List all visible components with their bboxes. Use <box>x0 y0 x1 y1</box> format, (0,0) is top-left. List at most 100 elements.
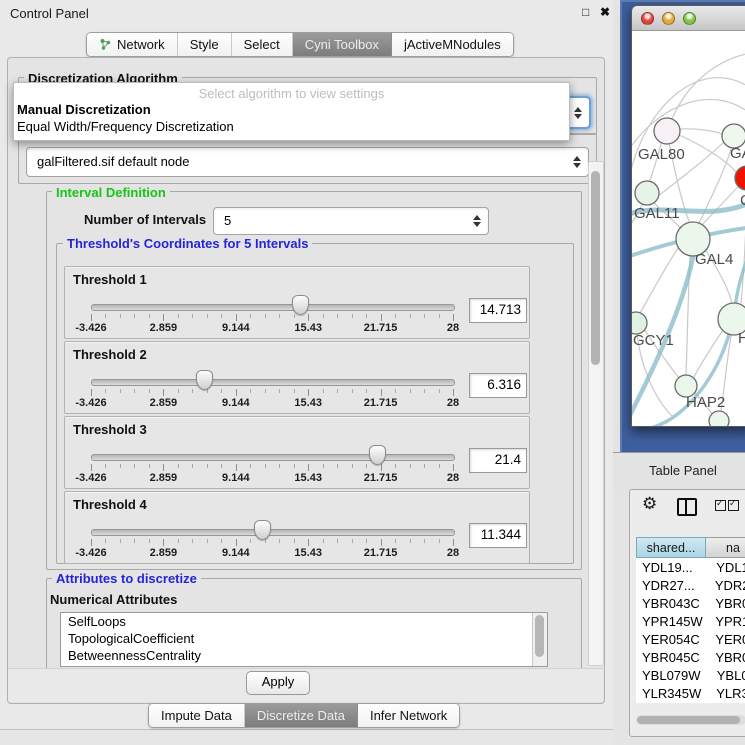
tab-network[interactable]: Network <box>87 33 178 56</box>
float-window-icon[interactable]: □ <box>582 5 589 19</box>
algorithm-dropdown-hint: Select algorithm to view settings <box>14 86 569 101</box>
tick-mark <box>439 539 440 543</box>
tab-label: Select <box>244 37 280 52</box>
close-traffic-light-icon[interactable] <box>641 12 654 25</box>
list-item[interactable]: BetweennessCentrality <box>61 647 547 664</box>
tick-mark <box>323 389 324 393</box>
cell-name: YPR1 <box>709 614 745 629</box>
network-edge <box>672 53 745 119</box>
tab-impute-data[interactable]: Impute Data <box>149 704 245 727</box>
slider-track[interactable] <box>91 529 455 536</box>
close-icon[interactable]: ✖ <box>600 5 610 19</box>
zoom-traffic-light-icon[interactable] <box>683 12 696 25</box>
tick-mark <box>366 464 367 468</box>
table-row[interactable]: YDL19...YDL1 <box>636 558 745 576</box>
list-scrollbar[interactable] <box>532 613 547 666</box>
network-node-label: GAL4 <box>695 251 733 268</box>
threshold-value-field[interactable]: 11.344 <box>469 523 527 548</box>
tick-mark <box>337 314 338 318</box>
tick-mark <box>120 314 121 318</box>
threshold-value-field[interactable]: 6.316 <box>469 373 527 398</box>
network-canvas[interactable]: GAL80GACGAL11GAL4GCY1HHAP2 <box>632 31 745 426</box>
tick-label: 21.715 <box>364 547 398 559</box>
tab-style[interactable]: Style <box>178 33 232 56</box>
tab-cyni-toolbox[interactable]: Cyni Toolbox <box>293 33 392 56</box>
tick-mark <box>120 464 121 468</box>
tab-discretize-data[interactable]: Discretize Data <box>245 704 358 727</box>
table-horizontal-scrollbar[interactable] <box>636 715 745 725</box>
slider-track[interactable] <box>91 379 455 386</box>
table-panel-header: Table Panel <box>613 452 745 490</box>
slider-thumb[interactable] <box>292 295 309 315</box>
tab-infer-network[interactable]: Infer Network <box>358 704 459 727</box>
table-row[interactable]: YIL052CYIL0 <box>636 702 745 703</box>
table-data-combobox[interactable]: galFiltered.sif default node <box>26 147 589 177</box>
table-row[interactable]: YER054CYER0 <box>636 630 745 648</box>
columns-icon[interactable] <box>677 498 697 516</box>
list-item[interactable]: SelfLoops <box>61 613 547 630</box>
tick-mark <box>308 464 309 471</box>
network-edge <box>640 248 678 313</box>
minimize-traffic-light-icon[interactable] <box>662 12 675 25</box>
table-row[interactable]: YBR045CYBR0 <box>636 648 745 666</box>
tab-label: Cyni Toolbox <box>305 37 379 52</box>
table-row[interactable]: YLR345WYLR3 <box>636 684 745 702</box>
table-row[interactable]: YBL079WYBL0 <box>636 666 745 684</box>
table-horizontal-scrollbar-thumb[interactable] <box>637 716 740 724</box>
network-window-titlebar[interactable] <box>632 6 745 31</box>
tick-mark <box>134 539 135 543</box>
tick-mark <box>178 389 179 393</box>
tick-mark <box>323 464 324 468</box>
tick-mark <box>323 314 324 318</box>
slider-track[interactable] <box>91 304 455 311</box>
cell-name: YDL1 <box>710 560 745 575</box>
tick-mark <box>91 314 92 321</box>
slider-track[interactable] <box>91 454 455 461</box>
table-row[interactable]: YDR27...YDR2 <box>636 576 745 594</box>
tick-mark <box>294 539 295 543</box>
checkbox-icon[interactable] <box>728 500 739 511</box>
network-node-c[interactable] <box>735 166 745 190</box>
panel-scrollbar[interactable] <box>588 161 604 666</box>
thresholds-group-title: Threshold's Coordinates for 5 Intervals <box>63 236 312 251</box>
list-scrollbar-thumb[interactable] <box>535 615 544 657</box>
cell-shared-name: YDR27... <box>636 578 709 593</box>
slider-thumb[interactable] <box>369 445 386 465</box>
slider-thumb[interactable] <box>196 370 213 390</box>
option-manual-discretization[interactable]: Manual Discretization <box>14 101 569 118</box>
tab-jactivemnodules[interactable]: jActiveMNodules <box>392 33 513 56</box>
tick-label: 21.715 <box>364 322 398 334</box>
network-node-gal80[interactable] <box>654 118 680 144</box>
list-item[interactable]: TopologicalCoefficient <box>61 630 547 647</box>
table-row[interactable]: YPR145WYPR1 <box>636 612 745 630</box>
network-node[interactable] <box>709 411 729 426</box>
option-equal-width-frequency-discretization[interactable]: Equal Width/Frequency Discretization <box>14 118 569 135</box>
slider-ticks <box>91 464 453 472</box>
numerical-attributes-list[interactable]: SelfLoopsTopologicalCoefficientBetweenne… <box>60 612 548 667</box>
slider-ticks <box>91 539 453 547</box>
threshold-value-field[interactable]: 21.4 <box>469 448 527 473</box>
threshold-panel-4: Threshold 4-3.4262.8599.14415.4321.71528… <box>64 491 530 564</box>
tick-mark <box>424 539 425 543</box>
slider-thumb[interactable] <box>254 520 271 540</box>
tick-mark <box>279 314 280 318</box>
number-of-intervals-combobox[interactable]: 5 <box>213 207 489 235</box>
tab-label: jActiveMNodules <box>404 37 501 52</box>
tick-mark <box>381 314 382 321</box>
apply-button[interactable]: Apply <box>246 671 310 695</box>
panel-scrollbar-thumb[interactable] <box>591 171 600 365</box>
slider-ticks <box>91 314 453 322</box>
gear-icon[interactable]: ⚙ <box>642 494 657 514</box>
column-header-na[interactable]: na <box>706 537 745 558</box>
checkbox-icon[interactable] <box>715 500 726 511</box>
tick-mark <box>178 314 179 318</box>
cell-name: YLR3 <box>710 686 745 701</box>
column-header-shared[interactable]: shared... <box>636 537 706 558</box>
table-row[interactable]: YBR043CYBR0 <box>636 594 745 612</box>
network-node-gal11[interactable] <box>635 181 659 205</box>
tick-mark <box>294 389 295 393</box>
tab-select[interactable]: Select <box>232 33 293 56</box>
threshold-value-field[interactable]: 14.713 <box>469 298 527 323</box>
tick-mark <box>192 464 193 468</box>
tick-mark <box>134 389 135 393</box>
